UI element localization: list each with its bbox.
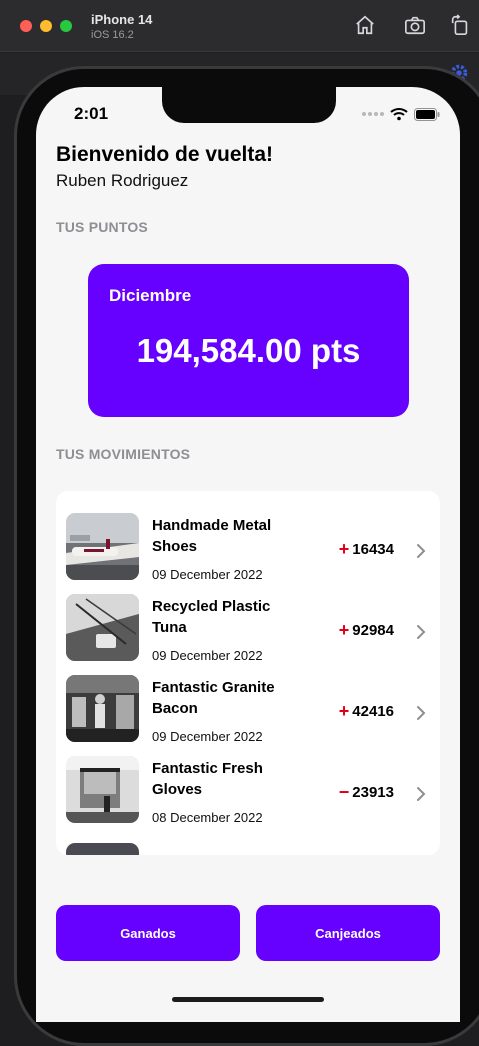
app-screen: 2:01 Bienvenido de vuelta! Ruben Rodrigu… <box>36 87 460 1022</box>
movement-amount-value: 92984 <box>352 622 394 639</box>
minimize-window-button[interactable] <box>40 20 52 32</box>
movement-date: 09 December 2022 <box>152 648 263 663</box>
home-indicator[interactable] <box>172 997 324 1002</box>
movement-title: Fantastic Granite Bacon <box>152 679 275 717</box>
movement-amount-value: 42416 <box>352 703 394 720</box>
status-time: 2:01 <box>74 104 109 123</box>
user-name: Ruben Rodriguez <box>56 171 189 190</box>
movement-title: Handmade Metal Shoes <box>152 517 272 555</box>
movement-date: 09 December 2022 <box>152 729 263 744</box>
movement-thumbnail-partial <box>66 843 139 855</box>
movement-date: 09 December 2022 <box>152 567 263 582</box>
movement-title: Recycled Plastic Tuna <box>152 598 271 636</box>
movement-thumbnail <box>66 513 139 580</box>
chevron-right-icon[interactable] <box>416 705 426 721</box>
movement-row[interactable]: Recycled Plastic Tuna 09 December 2022 +… <box>56 584 440 665</box>
plus-icon: + <box>338 701 350 721</box>
simulator-os-version: iOS 16.2 <box>91 29 134 41</box>
movements-list[interactable]: Handmade Metal Shoes 09 December 2022 + … <box>56 491 440 855</box>
points-month: Diciembre <box>109 286 192 305</box>
movement-thumbnail <box>66 675 139 742</box>
points-card: Diciembre 194,584.00 pts <box>88 264 409 417</box>
simulator-device-name: iPhone 14 <box>91 12 153 27</box>
redeemed-button[interactable]: Canjeados <box>256 905 440 961</box>
movement-amount: + 42416 <box>338 701 394 721</box>
chevron-right-icon[interactable] <box>416 786 426 802</box>
movement-thumbnail <box>66 594 139 661</box>
movement-title: Fantastic Fresh Gloves <box>152 760 263 798</box>
greeting-title: Bienvenido de vuelta! <box>56 143 274 166</box>
chevron-right-icon[interactable] <box>416 624 426 640</box>
simulator-toolbar: iPhone 14 iOS 16.2 <box>0 0 479 52</box>
home-icon[interactable] <box>353 13 377 37</box>
minus-icon: − <box>338 782 350 802</box>
movement-thumbnail <box>66 756 139 823</box>
battery-icon <box>414 107 440 121</box>
movement-row[interactable]: Fantastic Granite Bacon 09 December 2022… <box>56 665 440 746</box>
movement-row[interactable]: Fantastic Fresh Gloves 08 December 2022 … <box>56 746 440 827</box>
movement-amount-value: 23913 <box>352 784 394 801</box>
notch <box>162 87 336 123</box>
points-value: 194,584.00 pts <box>136 332 361 369</box>
close-window-button[interactable] <box>20 20 32 32</box>
movement-date: 08 December 2022 <box>152 810 263 825</box>
movement-amount: − 23913 <box>338 782 394 802</box>
movement-amount-value: 16434 <box>352 541 394 558</box>
plus-icon: + <box>338 620 350 640</box>
movement-row[interactable]: Handmade Metal Shoes 09 December 2022 + … <box>56 503 440 584</box>
movement-amount: + 16434 <box>338 539 394 559</box>
rotate-icon[interactable] <box>448 13 472 37</box>
earned-button[interactable]: Ganados <box>56 905 240 961</box>
signal-icon <box>362 111 384 117</box>
wifi-icon <box>390 108 408 121</box>
chevron-right-icon[interactable] <box>416 543 426 559</box>
movement-amount: + 92984 <box>338 620 394 640</box>
movements-section-label: TUS MOVIMIENTOS <box>56 446 191 462</box>
plus-icon: + <box>338 539 350 559</box>
screenshot-icon[interactable] <box>403 13 427 37</box>
points-section-label: TUS PUNTOS <box>56 219 148 235</box>
status-icons <box>362 107 440 121</box>
zoom-window-button[interactable] <box>60 20 72 32</box>
